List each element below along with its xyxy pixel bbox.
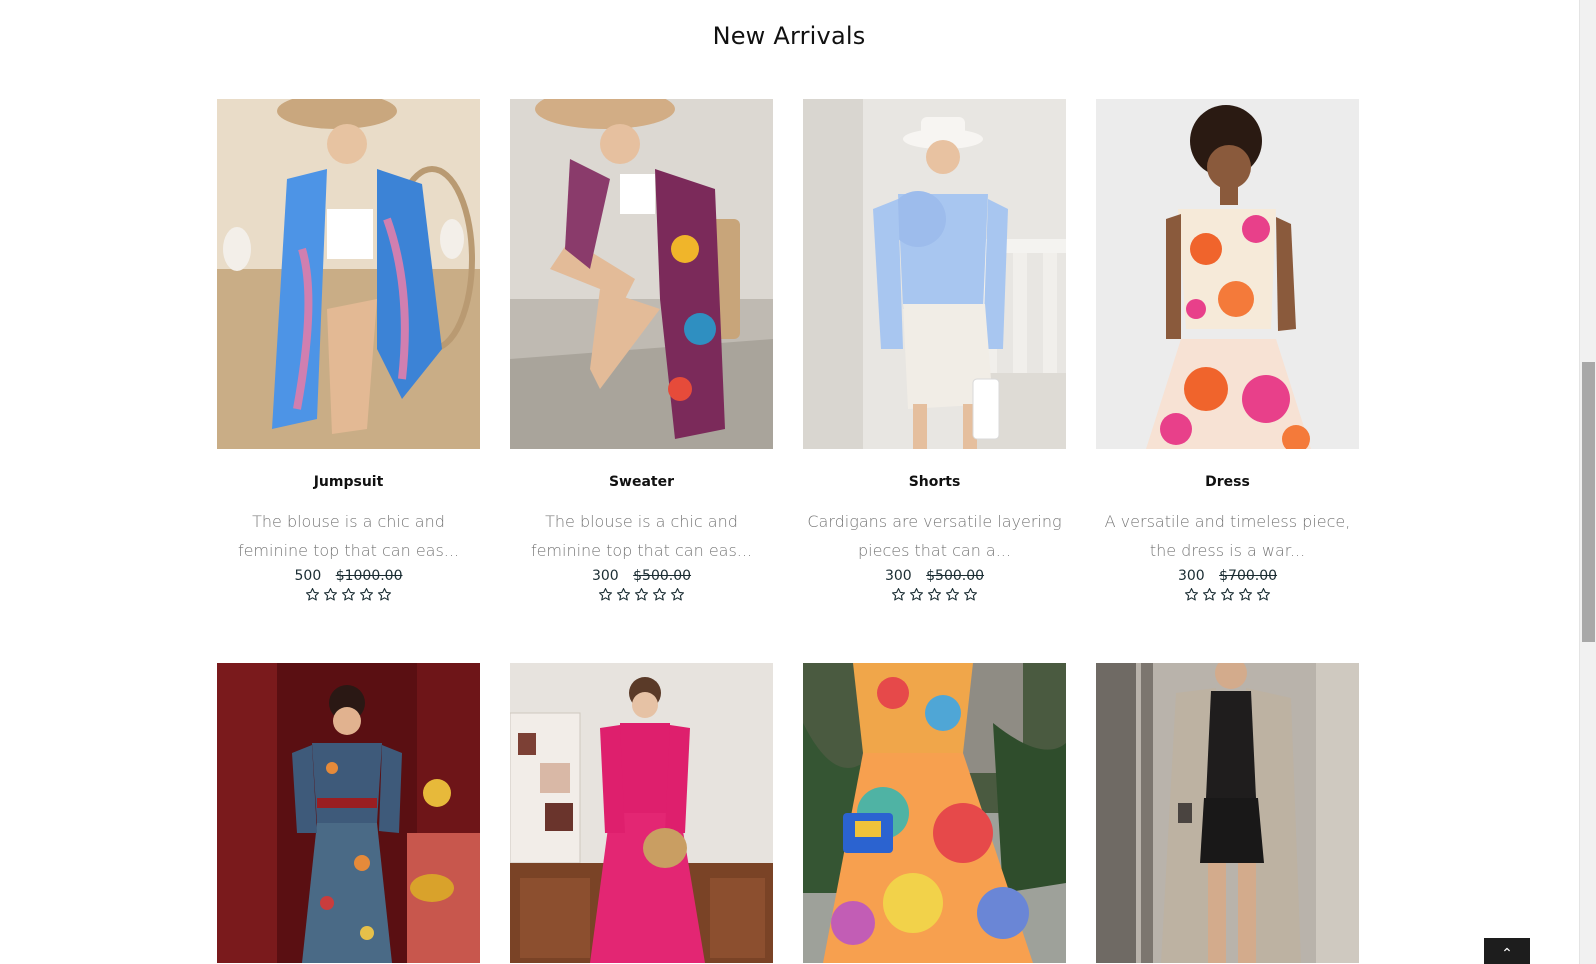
- rating-stars: [891, 587, 978, 602]
- star-outline-icon: [909, 587, 924, 602]
- product-card[interactable]: Jumpsuit The blouse is a chic and femini…: [217, 99, 480, 602]
- product-old-price: $500.00: [926, 568, 985, 584]
- product-card[interactable]: Shorts Cardigans are versatile layering …: [803, 99, 1066, 602]
- product-card[interactable]: Sweater The blouse is a chic and feminin…: [510, 99, 773, 602]
- product-description: The blouse is a chic and feminine top th…: [530, 512, 753, 560]
- star-outline-icon: [1184, 587, 1199, 602]
- product-card[interactable]: [510, 663, 773, 963]
- product-price: 300: [884, 568, 912, 584]
- star-outline-icon: [652, 587, 667, 602]
- star-outline-icon: [634, 587, 649, 602]
- product-image[interactable]: [1096, 663, 1359, 963]
- product-prices: 500 $1000.00: [295, 567, 403, 585]
- star-outline-icon: [598, 587, 613, 602]
- product-photo-kimono-blue: [217, 99, 480, 449]
- product-prices: 300 $500.00: [592, 567, 691, 585]
- product-photo-kimono-multicolor: [510, 99, 773, 449]
- star-outline-icon: [945, 587, 960, 602]
- product-image[interactable]: [803, 99, 1066, 449]
- back-to-top-button[interactable]: ⌃: [1484, 938, 1530, 964]
- product-card[interactable]: Dress A versatile and timeless piece, th…: [1096, 99, 1359, 602]
- product-image[interactable]: [217, 663, 480, 963]
- star-outline-icon: [670, 587, 685, 602]
- star-outline-icon: [616, 587, 631, 602]
- product-card[interactable]: [217, 663, 480, 963]
- scrollbar-thumb[interactable]: [1582, 362, 1595, 642]
- product-name[interactable]: Dress: [1205, 474, 1250, 490]
- product-photo-ruffle-blouse: [803, 99, 1066, 449]
- star-outline-icon: [341, 587, 356, 602]
- product-description: A versatile and timeless piece, the dres…: [1104, 512, 1351, 560]
- product-old-price: $500.00: [633, 568, 692, 584]
- product-price: 300: [1177, 568, 1205, 584]
- star-outline-icon: [1220, 587, 1235, 602]
- rating-stars: [598, 587, 685, 602]
- product-grid: Jumpsuit The blouse is a chic and femini…: [217, 99, 1360, 963]
- product-old-price: $700.00: [1219, 568, 1278, 584]
- section-title: New Arrivals: [712, 22, 866, 50]
- product-name[interactable]: Jumpsuit: [314, 474, 384, 490]
- product-image[interactable]: [510, 663, 773, 963]
- star-outline-icon: [1238, 587, 1253, 602]
- product-image[interactable]: [1096, 99, 1359, 449]
- product-old-price: $1000.00: [335, 568, 403, 584]
- star-outline-icon: [963, 587, 978, 602]
- product-prices: 300 $700.00: [1178, 567, 1277, 585]
- star-outline-icon: [305, 587, 320, 602]
- product-card[interactable]: [803, 663, 1066, 963]
- product-image[interactable]: [803, 663, 1066, 963]
- product-photo-floral-set: [1096, 99, 1359, 449]
- product-price: 300: [591, 568, 619, 584]
- product-description: Cardigans are versatile layering pieces …: [807, 512, 1062, 560]
- product-image[interactable]: [217, 99, 480, 449]
- page: New Arrivals Jumpsuit The blouse is a ch…: [0, 0, 1596, 964]
- star-outline-icon: [377, 587, 392, 602]
- star-outline-icon: [891, 587, 906, 602]
- product-description: The blouse is a chic and feminine top th…: [237, 512, 460, 560]
- product-name[interactable]: Sweater: [609, 474, 674, 490]
- product-photo-printed-jumpsuit: [217, 663, 480, 963]
- product-image[interactable]: [510, 99, 773, 449]
- star-outline-icon: [359, 587, 374, 602]
- rating-stars: [305, 587, 392, 602]
- chevron-up-icon: ⌃: [1501, 946, 1513, 962]
- product-prices: 300 $500.00: [885, 567, 984, 585]
- product-card[interactable]: [1096, 663, 1359, 963]
- star-outline-icon: [1202, 587, 1217, 602]
- star-outline-icon: [1256, 587, 1271, 602]
- product-name[interactable]: Shorts: [909, 474, 961, 490]
- product-price: 500: [294, 568, 322, 584]
- star-outline-icon: [927, 587, 942, 602]
- rating-stars: [1184, 587, 1271, 602]
- product-photo-pink-dress: [510, 663, 773, 963]
- scrollbar[interactable]: [1579, 0, 1596, 964]
- star-outline-icon: [323, 587, 338, 602]
- product-photo-colorful-maxi: [803, 663, 1066, 963]
- product-photo-sequin-cardigan: [1096, 663, 1359, 963]
